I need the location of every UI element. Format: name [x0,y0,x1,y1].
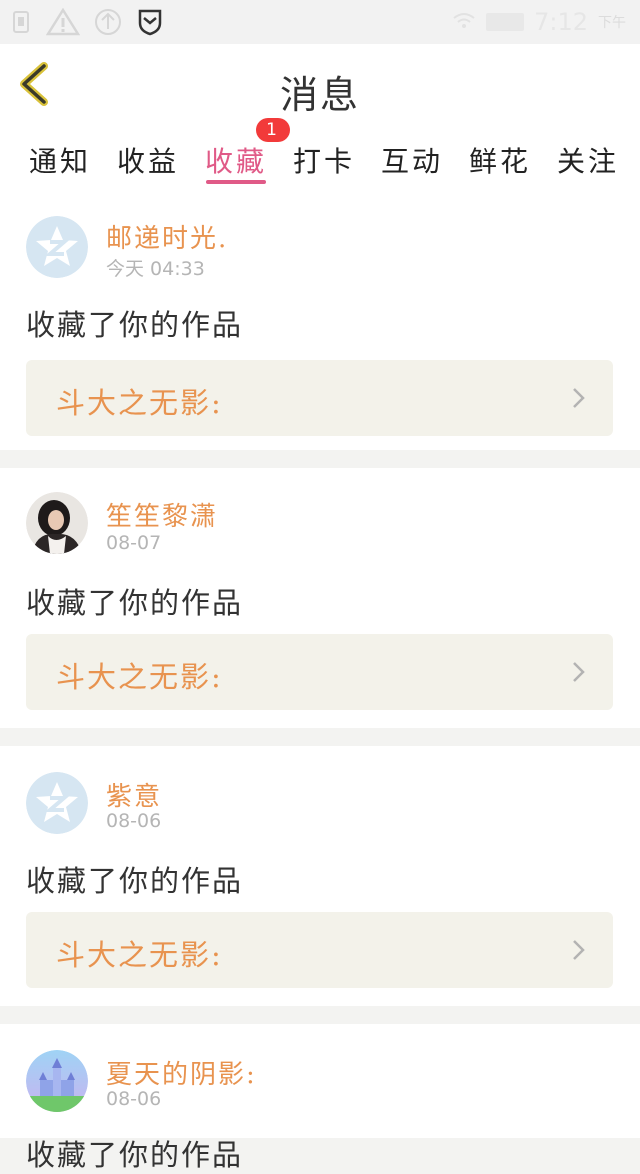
chevron-right-icon [573,940,585,960]
shield-app-icon [136,9,164,36]
page-title: 消息 [279,73,360,117]
chevron-right-icon [573,388,585,408]
tab-flowers[interactable]: 鲜花 [456,122,544,198]
tab-earnings[interactable]: 收益 [104,122,192,198]
tab-label: 关注 [556,145,619,178]
message-time: 08-07 [106,532,162,554]
avatar[interactable] [26,1050,88,1112]
tab-favorites[interactable]: 收藏 1 [192,118,290,198]
avatar[interactable] [26,772,88,834]
work-link[interactable]: 斗大之无影: [26,912,613,988]
warning-icon [46,8,80,36]
chevron-right-icon [573,662,585,682]
castle-avatar-icon [26,1050,88,1112]
photo-avatar-icon [26,492,88,554]
message-time: 今天 04:33 [106,258,205,280]
work-title: 斗大之无影: [56,386,223,420]
user-name[interactable]: 笙笙黎潇 [106,496,218,533]
message-card: 笙笙黎潇 08-07 收藏了你的作品 斗大之无影: [0,468,640,728]
action-text: 收藏了你的作品 [26,586,244,620]
tab-label: 通知 [28,145,91,178]
action-text: 收藏了你的作品 [26,864,244,898]
tab-notifications[interactable]: 通知 [16,122,104,198]
tab-label: 互动 [380,145,443,178]
action-text: 收藏了你的作品 [26,1138,244,1172]
tab-interaction[interactable]: 互动 [368,122,456,198]
message-card: 邮递时光. 今天 04:33 收藏了你的作品 斗大之无影: [0,198,640,450]
status-bar: 7:12 下午 [0,0,640,44]
tab-label: 收益 [116,145,179,178]
avatar[interactable] [26,492,88,554]
user-name[interactable]: 邮递时光. [106,218,228,255]
tab-checkin[interactable]: 打卡 [280,122,368,198]
upload-icon [94,9,122,35]
qq-default-avatar-icon [26,772,88,834]
clock-ampm: 下午 [598,15,626,31]
message-card: 夏天的阴影: 08-06 收藏了你的作品 [0,1024,640,1172]
message-time: 08-06 [106,1088,162,1110]
active-tab-indicator [206,180,266,184]
user-name[interactable]: 紫意 [106,776,162,813]
work-title: 斗大之无影: [56,660,223,694]
tab-bar: 通知 收益 收藏 1 打卡 互动 鲜花 关注 [0,118,640,198]
sim-icon [10,11,32,33]
message-card: 紫意 08-06 收藏了你的作品 斗大之无影: [0,746,640,1006]
user-name[interactable]: 夏天的阴影: [106,1054,257,1091]
wifi-icon [452,12,476,32]
battery-icon [486,13,525,31]
qq-default-avatar-icon [26,216,88,278]
work-link[interactable]: 斗大之无影: [26,634,613,710]
message-time: 08-06 [106,810,162,832]
tab-label: 收藏 [204,145,267,178]
work-link[interactable]: 斗大之无影: [26,360,613,436]
work-title: 斗大之无影: [56,938,223,972]
tab-label: 鲜花 [468,145,531,178]
tab-follow[interactable]: 关注 [544,122,632,198]
header: 消息 [0,44,640,123]
clock-time: 7:12 [534,8,588,36]
action-text: 收藏了你的作品 [26,308,244,342]
tab-label: 打卡 [292,145,355,178]
avatar[interactable] [26,216,88,278]
